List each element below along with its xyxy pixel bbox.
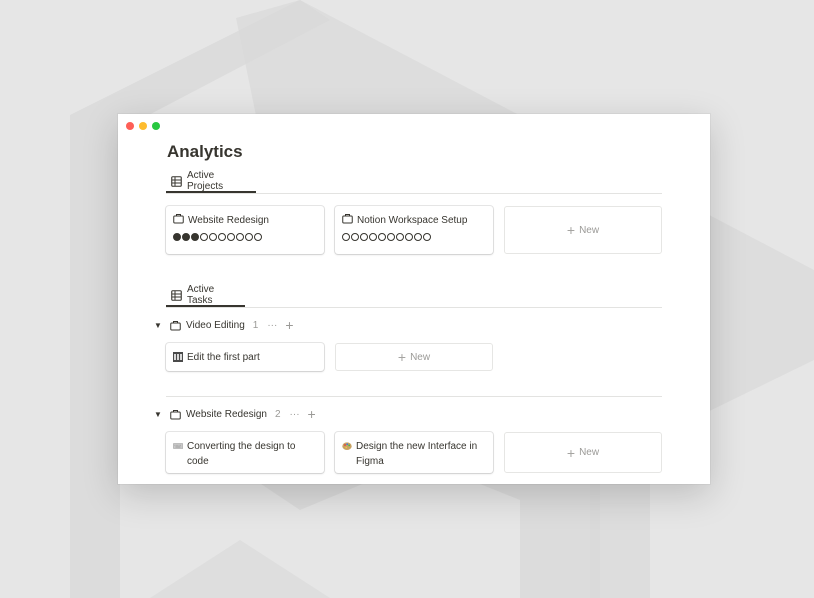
tab-label: Active Projects [187,170,224,192]
task-card-design-interface[interactable]: Design the new Interface in Figma [335,432,493,473]
more-options-icon[interactable]: ··· [290,409,300,420]
group-header-video-editing: ▼ Video Editing 1 ··· + [154,317,294,333]
task-card-converting-design[interactable]: Converting the design to code [166,432,324,473]
task-card-edit-the-first-part[interactable]: Edit the first part [166,343,324,371]
more-options-icon[interactable]: ··· [267,320,277,331]
plus-icon: + [566,222,576,238]
card-title: Website Redesign [188,215,269,226]
briefcase-icon [170,320,181,330]
paint-palette-icon [342,442,352,450]
collapse-arrow-icon[interactable]: ▼ [154,410,166,419]
new-label: New [410,351,431,363]
briefcase-icon [170,409,181,419]
tab-active-projects[interactable]: Active Projects [166,170,256,193]
close-window-button[interactable] [126,122,134,130]
progress-dots [342,233,431,241]
project-card-notion-workspace-setup[interactable]: Notion Workspace Setup [335,206,493,254]
divider [166,396,662,397]
page-title: Analytics [167,142,243,161]
group-count: 1 [252,319,259,331]
divider [166,193,662,194]
briefcase-icon [173,214,184,224]
add-task-icon[interactable]: + [308,407,316,421]
new-project-button[interactable]: + New [504,206,662,254]
plus-icon: + [397,349,407,365]
new-task-button[interactable]: + New [504,432,662,473]
new-task-button[interactable]: + New [335,343,493,371]
table-view-icon [171,175,182,187]
table-view-icon [171,289,182,301]
group-name[interactable]: Website Redesign [186,409,267,420]
briefcase-icon [342,214,353,224]
minimize-window-button[interactable] [139,122,147,130]
card-title: Notion Workspace Setup [357,215,468,226]
new-label: New [579,224,600,236]
card-title: Converting the design to code [187,441,296,467]
group-count: 2 [274,408,281,420]
maximize-window-button[interactable] [152,122,160,130]
collapse-arrow-icon[interactable]: ▼ [154,321,166,330]
tab-active-tasks[interactable]: Active Tasks [166,284,245,307]
card-title: Edit the first part [187,352,260,363]
film-frames-icon [173,352,183,362]
keyboard-icon [173,443,183,449]
app-window: Analytics Active Projects Website Redesi… [118,114,710,484]
group-name[interactable]: Video Editing [186,320,245,331]
progress-dots [173,233,262,241]
project-card-website-redesign[interactable]: Website Redesign [166,206,324,254]
new-label: New [579,447,600,458]
tab-label: Active Tasks [187,284,215,306]
card-title: Design the new Interface in Figma [356,441,478,467]
add-task-icon[interactable]: + [285,318,293,332]
group-header-website-redesign: ▼ Website Redesign 2 ··· + [154,406,316,422]
divider [166,307,662,308]
window-controls [126,122,160,130]
plus-icon: + [566,444,576,461]
